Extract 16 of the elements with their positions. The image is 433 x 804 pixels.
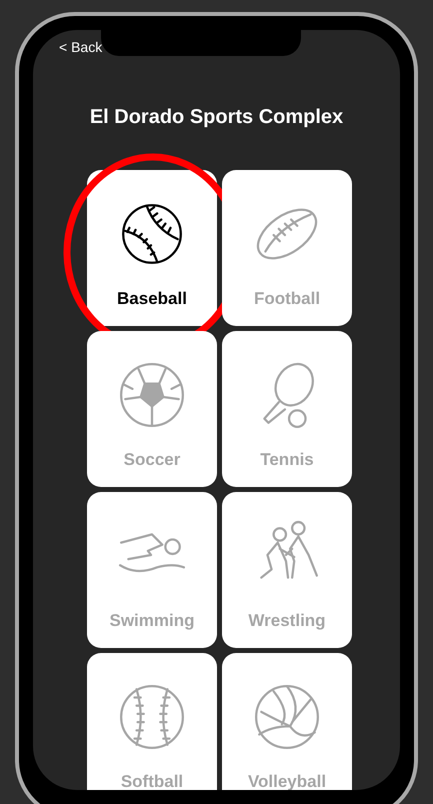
sport-card[interactable]: Softball [87,653,217,790]
sport-label: Wrestling [248,612,326,629]
sport-label: Soccer [124,451,180,468]
screen-title: El Dorado Sports Complex [90,105,344,130]
sport-label: Tennis [260,451,314,468]
sport-label: Football [254,290,320,307]
sport-card[interactable]: Soccer [87,331,217,487]
sport-card[interactable]: Wrestling [222,492,352,648]
sport-card[interactable]: Tennis [222,331,352,487]
sport-card[interactable]: Baseball [87,170,217,326]
sport-card[interactable]: Swimming [87,492,217,648]
sport-label: Swimming [109,612,194,629]
sport-card[interactable]: Football [222,170,352,326]
sport-label: Softball [120,773,184,790]
back-button[interactable]: < Back [59,40,102,54]
sport-label: Baseball [117,290,187,307]
